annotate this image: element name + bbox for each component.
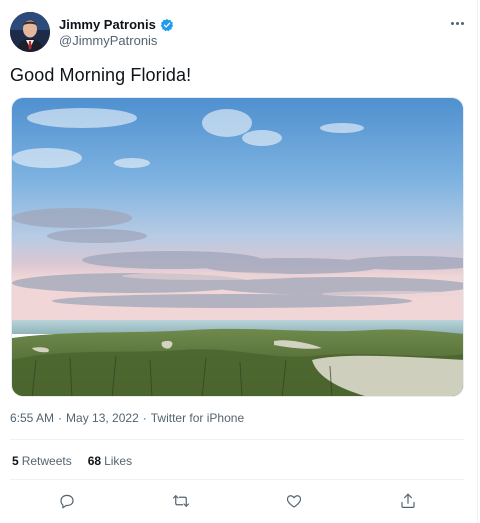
tweet-text: Good Morning Florida! xyxy=(10,65,192,85)
author-name-row: Jimmy Patronis xyxy=(59,17,174,32)
divider xyxy=(10,479,464,480)
likes-stat[interactable]: 68 Likes xyxy=(88,454,132,468)
tweet-card: Jimmy Patronis @JimmyPatronis Good Morni… xyxy=(0,0,478,523)
divider xyxy=(10,439,464,440)
author-handle[interactable]: @JimmyPatronis xyxy=(59,33,157,48)
tweet-stats: 5 Retweets 68 Likes xyxy=(12,454,132,468)
retweets-stat[interactable]: 5 Retweets xyxy=(12,454,72,468)
heart-icon[interactable] xyxy=(283,490,305,512)
author-name[interactable]: Jimmy Patronis xyxy=(59,17,156,32)
avatar[interactable] xyxy=(10,12,50,52)
tweet-date[interactable]: May 13, 2022 xyxy=(66,411,139,425)
retweet-icon[interactable] xyxy=(170,490,192,512)
meta-separator: · xyxy=(142,411,147,425)
tweet-meta: 6:55 AM · May 13, 2022 · Twitter for iPh… xyxy=(10,411,244,425)
retweets-label: Retweets xyxy=(21,454,72,468)
retweets-count: 5 xyxy=(12,454,19,468)
tweet-source[interactable]: Twitter for iPhone xyxy=(151,411,244,425)
tweet-photo[interactable] xyxy=(11,97,464,397)
more-dots-icon[interactable] xyxy=(449,16,465,30)
beach-sky-photo xyxy=(12,98,463,396)
tweet-time[interactable]: 6:55 AM xyxy=(10,411,54,425)
verified-badge-icon xyxy=(160,18,174,32)
tweet-actions xyxy=(0,490,478,512)
share-icon[interactable] xyxy=(397,490,419,512)
avatar-image xyxy=(10,12,50,52)
meta-separator: · xyxy=(58,411,63,425)
reply-icon[interactable] xyxy=(56,490,78,512)
likes-count: 68 xyxy=(87,454,102,468)
likes-label: Likes xyxy=(104,454,133,468)
